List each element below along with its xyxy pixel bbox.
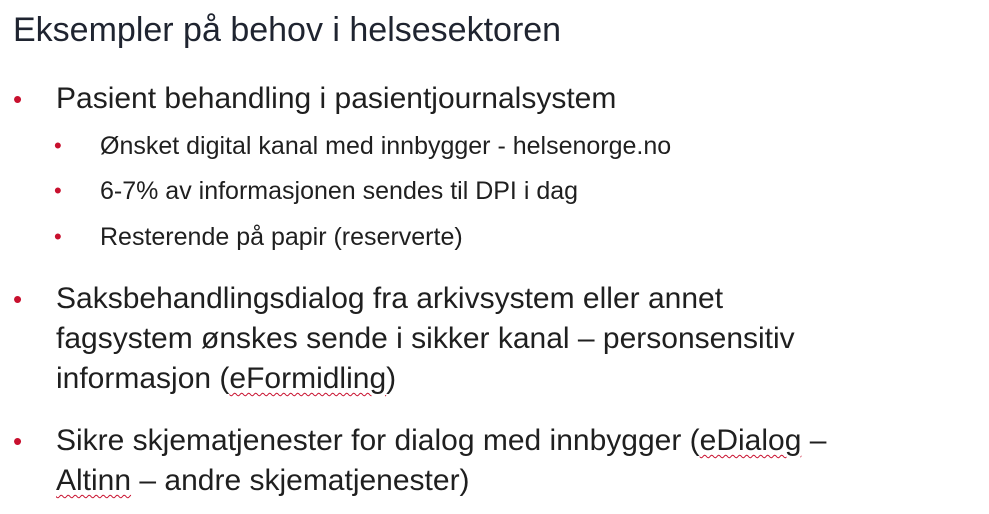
bullet-icon: • (13, 284, 23, 314)
sub-list-item-text: Resterende på papir (reserverte) (100, 223, 463, 251)
bullet-icon: • (54, 224, 62, 249)
list-item-line: fagsystem ønskes sende i sikker kanal – … (56, 322, 795, 355)
slide-title: Eksempler på behov i helsesektoren (13, 11, 562, 49)
list-item: • Pasient behandling i pasientjournalsys… (13, 79, 617, 119)
sub-list-item-text: 6-7% av informasjonen sendes til DPI i d… (100, 177, 579, 205)
text-fragment: – andre skjematjenester) (131, 464, 470, 497)
text-fragment: – (801, 424, 827, 457)
bullet-icon: • (54, 133, 62, 158)
text-fragment: informasjon ( (56, 362, 230, 395)
list-item-line: Saksbehandlingsdialog fra arkivsystem el… (56, 282, 724, 315)
list-item-line: informasjon (eFormidling) (56, 359, 795, 399)
text-fragment: Sikre skjematjenester for dialog med inn… (56, 424, 700, 457)
list-item: • Saksbehandlingsdialog fra arkivsystem … (13, 279, 795, 399)
spellcheck-underlined-word: eDialog (699, 424, 802, 457)
spellcheck-underlined-word: Altinn (56, 464, 132, 497)
list-item-text: Pasient behandling i pasientjournalsyste… (56, 82, 617, 115)
bullet-icon: • (13, 84, 23, 114)
list-item-line: Sikre skjematjenester for dialog med inn… (56, 421, 826, 461)
sub-list-item-text: Ønsket digital kanal med innbygger - hel… (100, 132, 672, 160)
text-fragment: ) (386, 362, 397, 395)
spellcheck-underlined-word: eFormidling (229, 362, 387, 395)
sub-list-item: • Ønsket digital kanal med innbygger - h… (54, 130, 672, 162)
sub-list-item: • 6-7% av informasjonen sendes til DPI i… (54, 175, 579, 207)
list-item-line: Altinn – andre skjematjenester) (56, 461, 826, 501)
list-item: • Sikre skjematjenester for dialog med i… (13, 421, 826, 501)
slide: Eksempler på behov i helsesektoren • Pas… (0, 0, 989, 514)
sub-list-item: • Resterende på papir (reserverte) (54, 221, 463, 253)
bullet-icon: • (13, 426, 23, 456)
bullet-icon: • (54, 178, 62, 203)
